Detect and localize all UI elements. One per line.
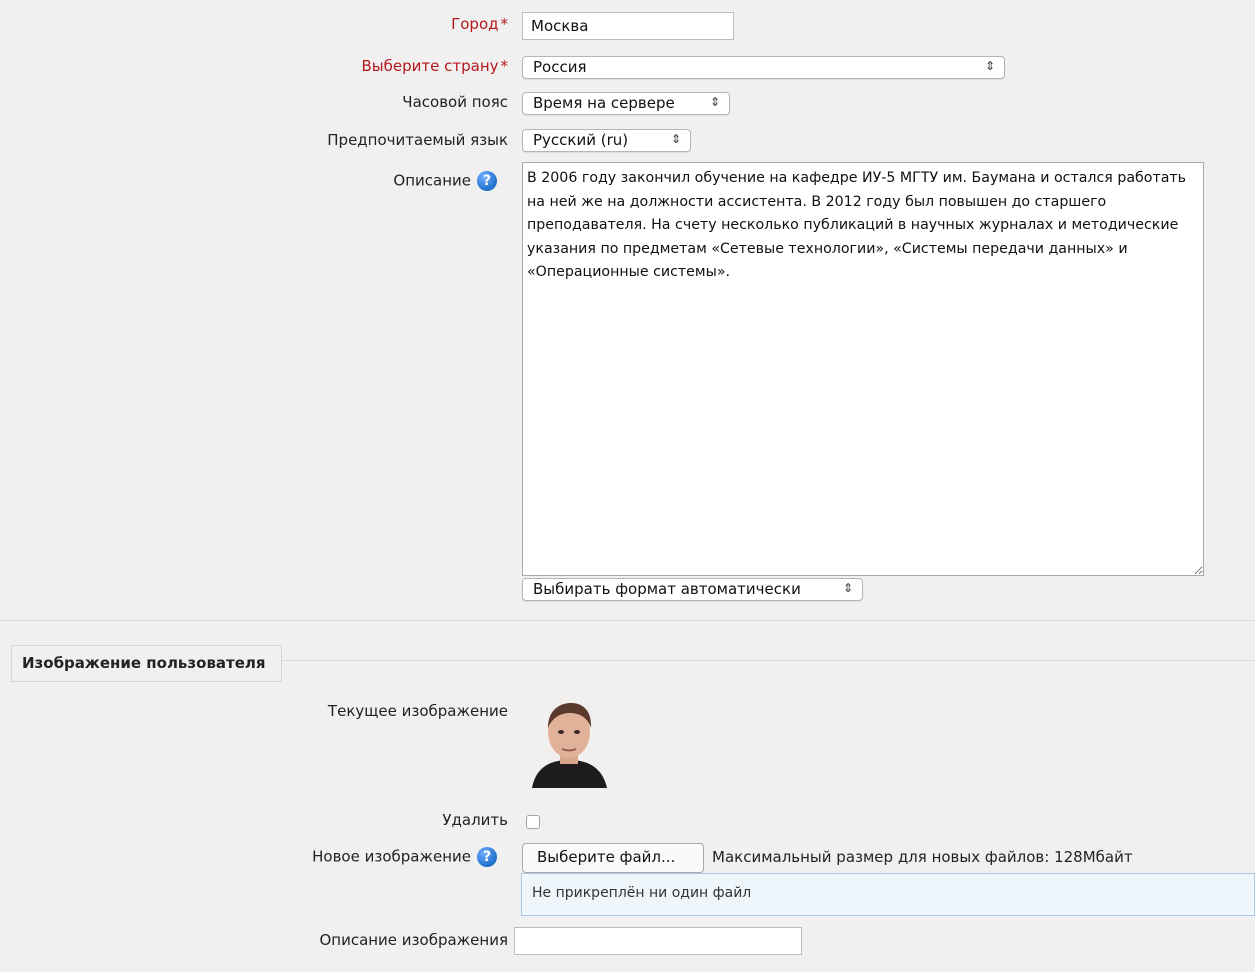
delete-checkbox[interactable] bbox=[526, 815, 540, 829]
legend-line bbox=[282, 660, 1255, 661]
dropzone-text: Не прикреплён ни один файл bbox=[532, 885, 752, 901]
delete-label: Удалить bbox=[442, 811, 508, 829]
section-divider bbox=[0, 620, 1255, 621]
select-arrows-icon: ⇕ bbox=[842, 581, 853, 595]
help-icon[interactable]: ? bbox=[477, 847, 497, 867]
max-size-text: Максимальный размер для новых файлов: 12… bbox=[712, 848, 1133, 866]
help-icon[interactable]: ? bbox=[477, 171, 497, 191]
language-label: Предпочитаемый язык bbox=[327, 131, 508, 149]
file-dropzone[interactable]: Не прикреплён ни один файл bbox=[521, 873, 1255, 916]
select-arrows-icon: ⇕ bbox=[670, 132, 681, 146]
city-input[interactable] bbox=[522, 12, 734, 40]
choose-file-button[interactable]: Выберите файл... bbox=[522, 843, 704, 873]
description-textarea[interactable]: В 2006 году закончил обучение на кафедре… bbox=[522, 162, 1204, 576]
description-label: Описание? bbox=[393, 171, 497, 191]
user-avatar bbox=[522, 694, 617, 788]
country-label: Выберите страну * bbox=[361, 57, 509, 75]
description-format-select[interactable]: Выбирать формат автоматически ⇕ bbox=[522, 578, 863, 601]
user-image-section-title[interactable]: Изображение пользователя bbox=[11, 645, 282, 682]
select-arrows-icon: ⇕ bbox=[709, 95, 720, 109]
select-arrows-icon: ⇕ bbox=[984, 59, 995, 73]
current-image-label: Текущее изображение bbox=[327, 702, 508, 720]
image-description-label: Описание изображения bbox=[319, 931, 508, 949]
timezone-select[interactable]: Время на сервере ⇕ bbox=[522, 92, 730, 115]
image-description-input[interactable] bbox=[514, 927, 802, 955]
new-image-label: Новое изображение? bbox=[312, 847, 497, 867]
country-select[interactable]: Россия ⇕ bbox=[522, 56, 1005, 79]
timezone-label: Часовой пояс bbox=[402, 93, 508, 111]
language-select[interactable]: Русский (ru) ⇕ bbox=[522, 129, 691, 152]
city-label: Город * bbox=[451, 15, 508, 33]
